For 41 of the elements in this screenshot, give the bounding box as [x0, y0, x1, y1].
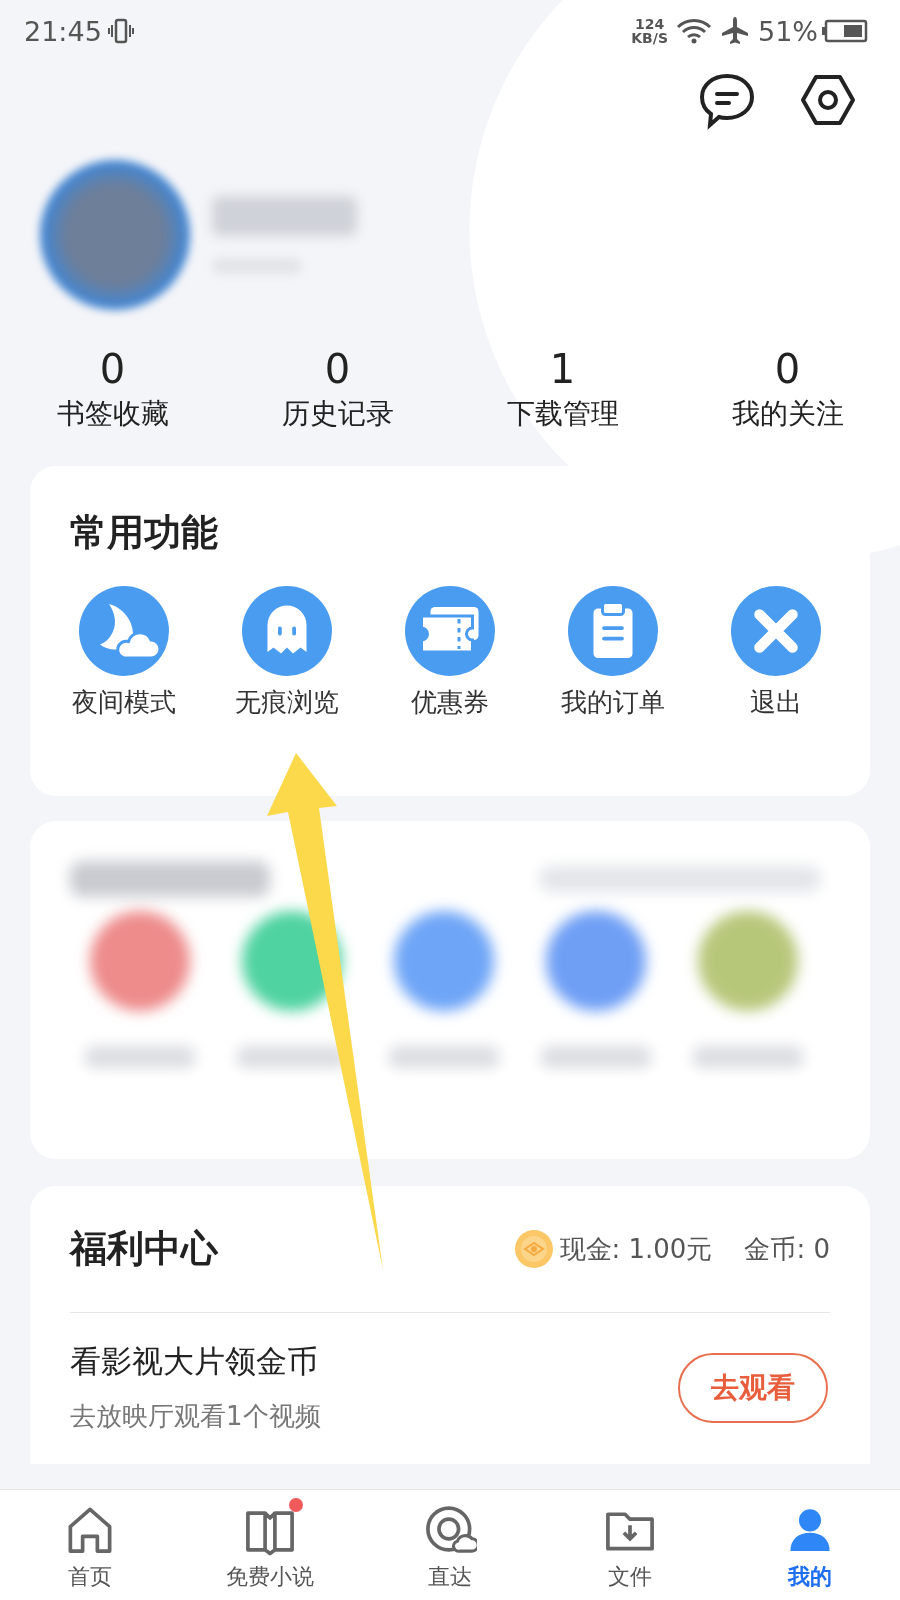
ticket-icon[interactable]	[405, 586, 495, 676]
clock: 21:45	[24, 15, 102, 47]
network-unit: KB/S	[631, 31, 668, 45]
airplane-icon	[720, 16, 750, 46]
stat-label[interactable]: 历史记录	[281, 396, 394, 432]
tab[interactable]: 文件	[540, 1490, 720, 1600]
stat-count[interactable]: 0	[99, 346, 126, 392]
tab[interactable]: 我的	[720, 1490, 900, 1600]
stat-label[interactable]: 书签收藏	[56, 396, 169, 432]
avatar[interactable]	[40, 160, 190, 310]
tab[interactable]: 免费小说	[180, 1490, 360, 1600]
wifi-icon	[676, 18, 712, 44]
stat-count[interactable]: 0	[324, 346, 351, 392]
network-speed: 124	[635, 17, 665, 31]
stat-count[interactable]: 0	[774, 346, 801, 392]
coin-icon	[513, 1229, 554, 1269]
stat-count[interactable]: 1	[549, 346, 576, 392]
battery-percent: 51%	[758, 15, 818, 47]
stat-label[interactable]: 下载管理	[506, 396, 619, 432]
function-label[interactable]: 退出	[750, 684, 802, 720]
settings-icon[interactable]	[800, 72, 856, 128]
function-label[interactable]: 我的订单	[561, 684, 665, 720]
section-title: 常用功能	[70, 510, 219, 556]
section-title: 福利中心	[70, 1226, 219, 1272]
coin-balance: 金币: 0	[744, 1232, 830, 1266]
cash-balance: 现金: 1.00元	[559, 1232, 713, 1266]
clipboard-icon[interactable]	[568, 586, 658, 676]
function-label[interactable]: 无痕浏览	[235, 684, 339, 720]
ghost-icon[interactable]	[242, 586, 332, 676]
task-title: 看影视大片领金币	[70, 1342, 319, 1381]
close-icon[interactable]	[731, 586, 821, 676]
function-label[interactable]: 夜间模式	[72, 684, 176, 720]
function-label[interactable]: 优惠券	[411, 684, 489, 720]
moon-cloud-icon[interactable]	[79, 586, 169, 676]
task-description: 去放映厅观看1个视频	[70, 1400, 322, 1433]
stat-label[interactable]: 我的关注	[731, 396, 844, 432]
tab[interactable]: 首页	[0, 1490, 180, 1600]
vibrate-icon	[107, 17, 134, 45]
message-icon[interactable]	[698, 72, 756, 130]
battery-icon	[822, 19, 868, 43]
tab[interactable]: 直达	[360, 1490, 540, 1600]
